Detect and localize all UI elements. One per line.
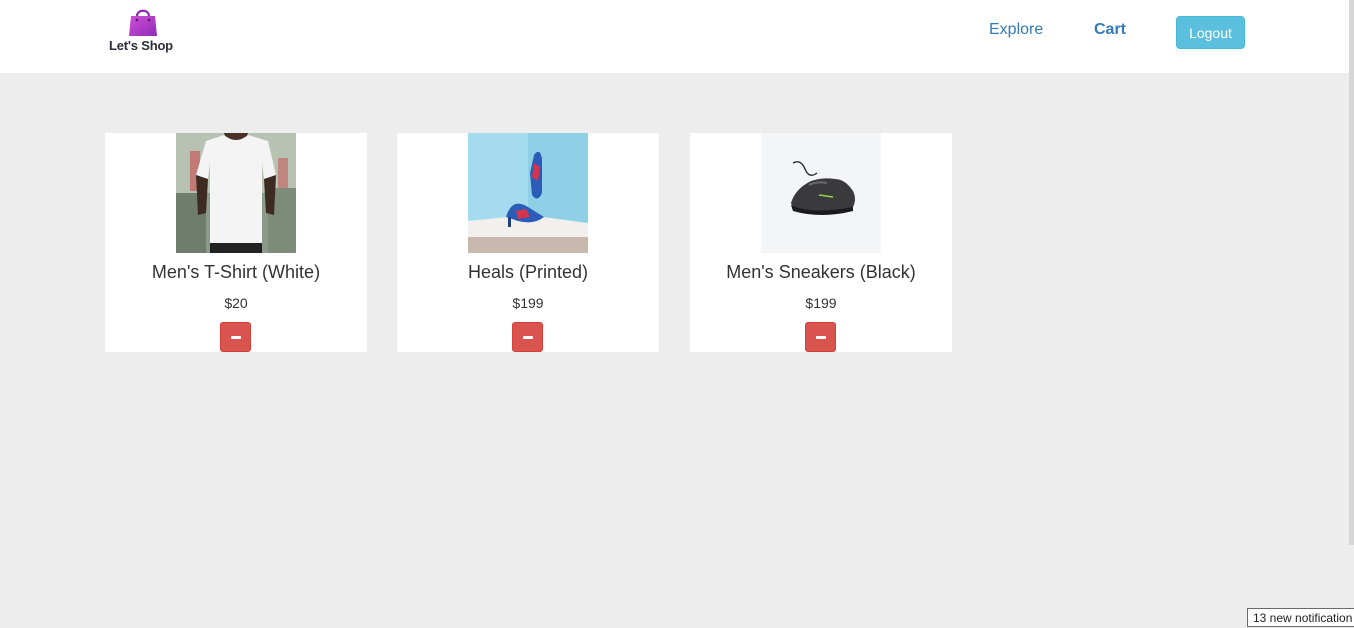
cart-item-card: Heals (Printed) $199	[397, 133, 659, 352]
brand-logo[interactable]: Let's Shop	[107, 6, 179, 56]
minus-icon	[231, 336, 241, 339]
remove-item-button[interactable]	[220, 322, 251, 352]
product-image	[176, 133, 296, 253]
product-price: $20	[224, 295, 248, 311]
cart-item-card: Men's Sneakers (Black) $199	[690, 133, 952, 352]
shopping-bag-icon	[129, 9, 157, 36]
printed-heels-photo	[468, 133, 588, 253]
remove-item-button[interactable]	[512, 322, 543, 352]
product-image	[761, 133, 881, 253]
page-scrollbar[interactable]	[1349, 0, 1354, 545]
cart-item-card: Men's T-Shirt (White) $20	[105, 133, 367, 352]
navbar: Let's Shop Explore Cart Logout	[0, 0, 1354, 73]
white-tshirt-photo	[176, 133, 296, 253]
brand-name: Let's Shop	[109, 38, 173, 53]
product-price: $199	[805, 295, 837, 311]
product-image	[468, 133, 588, 253]
minus-icon	[523, 336, 533, 339]
nav-explore-link[interactable]: Explore	[989, 21, 1043, 39]
logout-button[interactable]: Logout	[1176, 16, 1245, 49]
product-name: Men's Sneakers (Black)	[726, 262, 916, 282]
product-name: Heals (Printed)	[467, 262, 589, 282]
product-name: Men's T-Shirt (White)	[151, 262, 321, 282]
black-sneaker-photo	[761, 133, 881, 253]
product-price: $199	[512, 295, 544, 311]
remove-item-button[interactable]	[805, 322, 836, 352]
notification-toast[interactable]: 13 new notification	[1247, 608, 1354, 627]
minus-icon	[816, 336, 826, 339]
nav-cart-link[interactable]: Cart	[1094, 21, 1126, 39]
